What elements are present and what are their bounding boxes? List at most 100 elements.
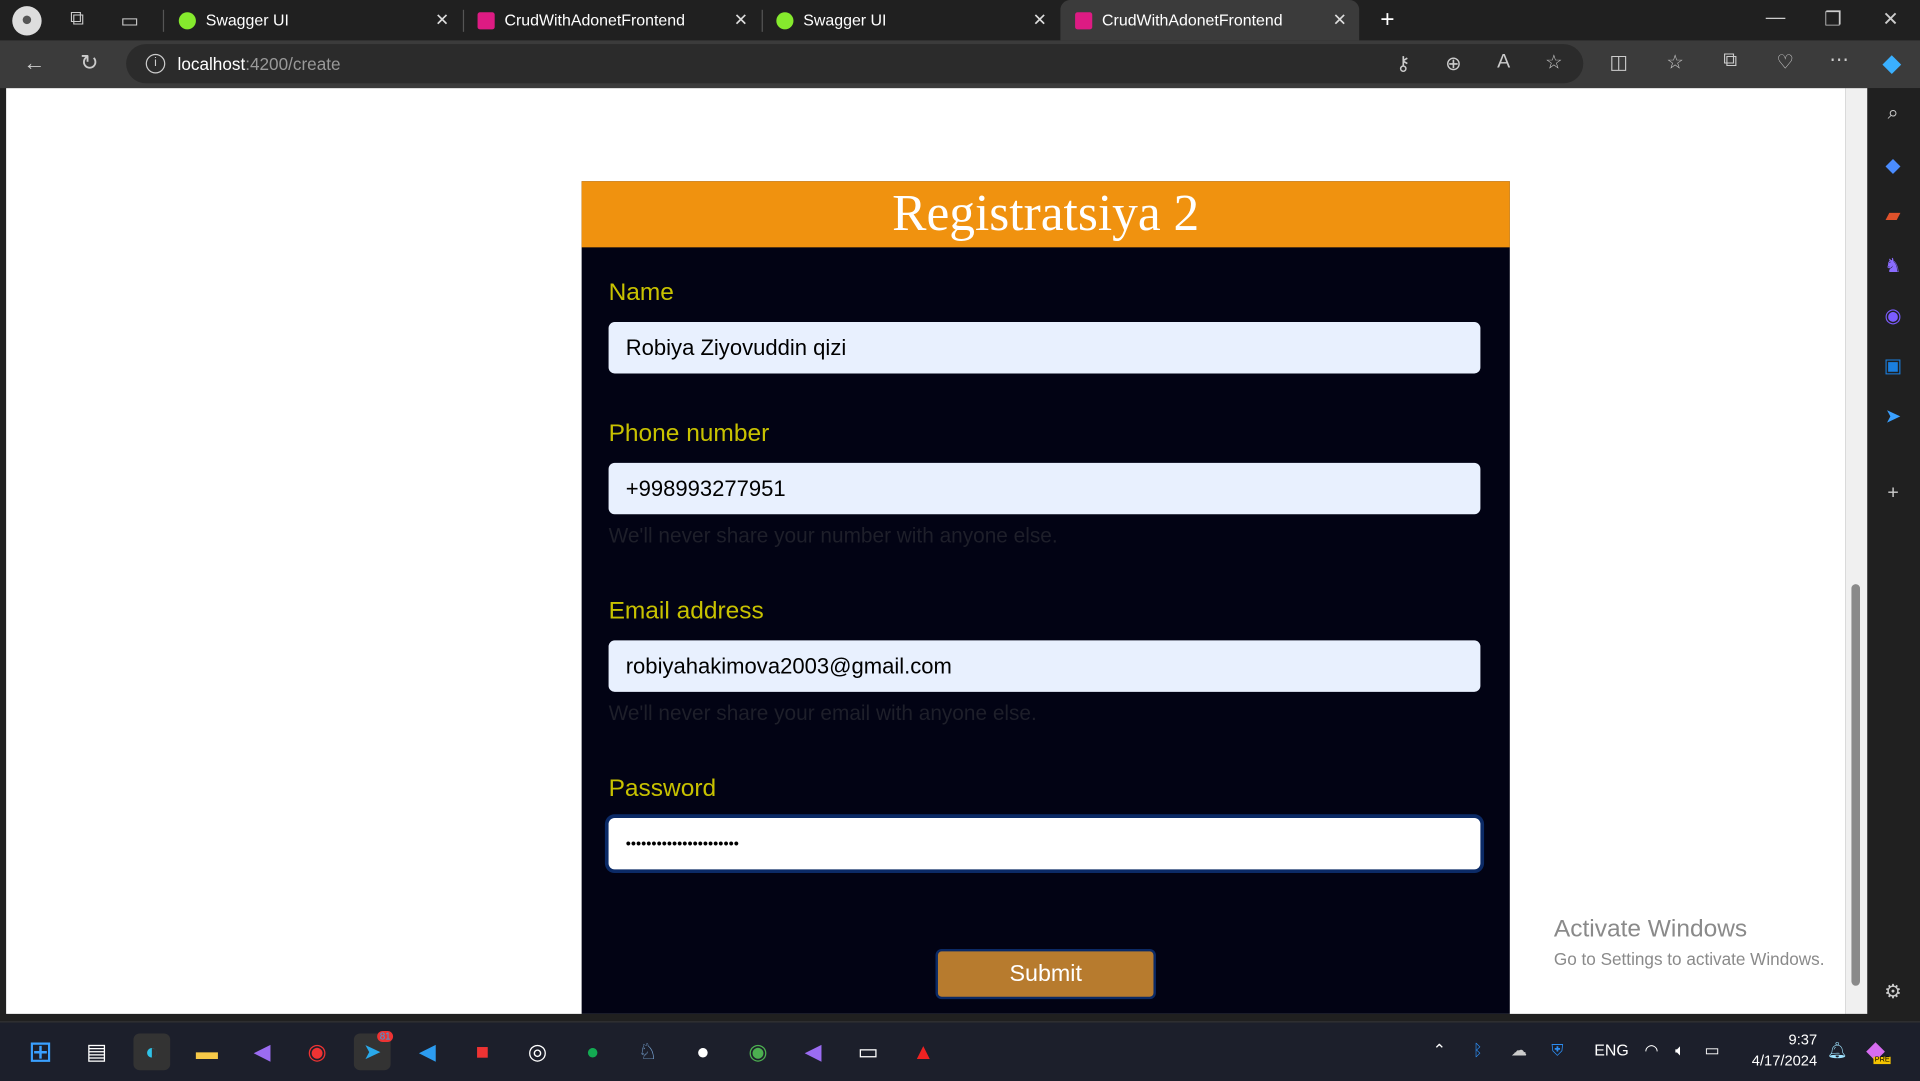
onedrive-error-icon[interactable]: ☁ [1511,1041,1527,1061]
name-input[interactable] [608,322,1481,374]
close-window-icon[interactable]: ✕ [1876,7,1905,31]
email-label: Email address [608,597,764,625]
angular-icon [477,11,495,29]
mongodb-compass-icon[interactable]: ● [574,1033,611,1070]
key-icon[interactable]: ⚷ [1389,51,1418,75]
tab-title: Swagger UI [205,11,289,30]
scrollbar-thumb[interactable] [1851,584,1861,986]
time: 9:37 [1788,1031,1818,1049]
address-bar[interactable]: i localhost:4200/create [126,44,1584,84]
visual-studio-2-icon[interactable]: ◀ [795,1033,832,1070]
settings-icon[interactable]: ⚙ [1878,980,1907,1004]
windows-start-icon[interactable]: ⊞ [22,1033,59,1070]
bluetooth-icon[interactable]: ᛒ [1473,1041,1483,1059]
outlook-icon[interactable]: ▣ [1878,354,1907,378]
workspaces-icon[interactable]: ⧉ [62,9,91,31]
notifications-icon[interactable]: 🔔︎ [1827,1041,1847,1061]
refresh-icon[interactable]: ↻ [75,50,104,76]
copilot-badge: PRE [1873,1056,1892,1065]
phone-hint: We'll never share your number with anyon… [608,524,1058,548]
new-tab-icon[interactable]: + [1373,6,1402,34]
language-indicator[interactable]: ENG [1594,1041,1628,1059]
copilot-icon[interactable]: ◆ [1877,48,1906,79]
date: 4/17/2024 [1751,1051,1818,1069]
activate-windows-watermark: Activate Windows Go to Settings to activ… [1554,916,1825,969]
close-icon[interactable]: ✕ [734,10,748,31]
security-warning-icon[interactable]: ⛨ [1551,1041,1563,1061]
vscode-icon[interactable]: ◀ [409,1033,446,1070]
tab-crud-1[interactable]: CrudWithAdonetFrontend ✕ [463,0,761,40]
wifi-icon[interactable]: ◠ [1644,1041,1658,1061]
watermark-title: Activate Windows [1553,915,1748,943]
tab-title: CrudWithAdonetFrontend [1102,11,1283,30]
tab-bar: ● ⧉ ▭ Swagger UI ✕ CrudWithAdonetFrontend… [0,0,1920,41]
terminal-icon[interactable]: ▭ [850,1033,887,1070]
close-icon[interactable]: ✕ [435,10,449,31]
add-icon[interactable]: + [1878,482,1907,504]
collections-icon[interactable]: ⧉ [1716,50,1745,72]
zoom-icon[interactable]: ⊕ [1439,51,1468,75]
restore-icon[interactable]: ❐ [1818,7,1847,31]
email-input[interactable] [608,640,1481,692]
close-icon[interactable]: ✕ [1033,10,1047,31]
shopping-tag-icon[interactable]: ◆ [1878,153,1907,177]
back-icon[interactable]: ← [20,50,49,76]
page-content: Registratsiya 2 Name Phone number We'll … [6,88,1846,1014]
task-view-icon[interactable]: ▤ [78,1033,115,1070]
telegram-badge: 81 [377,1031,394,1043]
phone-label: Phone number [608,420,770,447]
edge-icon[interactable]: ◐ [133,1033,171,1071]
swagger-icon [776,11,794,29]
games-icon[interactable]: ♞ [1878,253,1907,277]
site-info-icon[interactable]: i [145,53,166,74]
tab-title: CrudWithAdonetFrontend [504,11,686,30]
search-icon[interactable]: ⌕ [1878,103,1907,125]
tab-swagger-2[interactable]: Swagger UI ✕ [762,0,1060,40]
tray-overflow-icon[interactable]: ⌃ [1433,1041,1446,1061]
screen-recorder-icon[interactable]: ◉ [299,1033,336,1070]
acrobat-icon[interactable]: ▲ [905,1033,942,1070]
obs-icon[interactable]: ◎ [519,1033,556,1070]
read-aloud-icon[interactable]: A [1489,51,1518,73]
address-host: localhost [177,53,246,74]
submit-button[interactable]: Submit [935,948,1156,1000]
password-input[interactable] [608,817,1481,870]
favorites-icon[interactable]: ☆ [1660,50,1689,74]
toolbar: ← ↻ i localhost:4200/create ⚷ ⊕ A ☆ ◫ ☆ … [0,40,1920,89]
tab-actions-icon[interactable]: ▭ [115,9,144,33]
copilot-taskbar-icon[interactable]: ◆ PRE [1866,1035,1892,1066]
minimize-icon[interactable]: — [1761,7,1790,29]
form-title: Registratsiya 2 [581,181,1510,248]
tools-icon[interactable]: ▰ [1878,203,1907,227]
favorite-star-icon[interactable]: ☆ [1539,50,1568,74]
angular-icon [1075,11,1093,29]
registration-form: Registratsiya 2 Name Phone number We'll … [581,181,1510,1014]
email-hint: We'll never share your email with anyone… [608,701,1037,725]
volume-icon[interactable]: 🔈︎ [1675,1041,1685,1061]
microsoft365-icon[interactable]: ◉ [1878,304,1907,328]
tab-crud-active[interactable]: CrudWithAdonetFrontend ✕ [1060,0,1360,41]
tab-title: Swagger UI [803,11,887,30]
chrome-icon[interactable]: ◉ [740,1033,777,1070]
more-icon[interactable]: ⋯ [1824,48,1853,72]
postgres-icon[interactable]: ♘ [629,1033,666,1070]
watermark-subtitle: Go to Settings to activate Windows. [1553,948,1825,969]
app-red-icon[interactable]: ■ [464,1033,501,1070]
file-explorer-icon[interactable]: ▬ [189,1033,226,1070]
tab-swagger-1[interactable]: Swagger UI ✕ [164,0,462,40]
telegram-icon[interactable]: ➤ 81 [353,1031,394,1071]
drop-icon[interactable]: ➤ [1878,404,1907,428]
scrollbar[interactable] [1845,88,1868,1014]
phone-input[interactable] [608,462,1481,515]
clock[interactable]: 9:37 4/17/2024 [1739,1030,1817,1072]
app-circle-icon[interactable]: ● [684,1033,721,1070]
battery-icon[interactable]: ▭ [1704,1041,1719,1061]
taskbar: ⊞ ▤ ◐ ▬ ◀ ◉ ➤ 81 ◀ ■ ◎ ● ♘ ● ◉ ◀ ▭ ▲ ⌃ ᛒ … [0,1021,1920,1081]
close-icon[interactable]: ✕ [1333,10,1347,31]
profile-icon[interactable]: ● [12,6,42,36]
split-screen-icon[interactable]: ◫ [1604,50,1633,74]
address-path: :4200/create [245,53,341,74]
visual-studio-icon[interactable]: ◀ [244,1033,281,1070]
name-label: Name [608,279,674,307]
health-icon[interactable]: ♡ [1771,50,1800,74]
